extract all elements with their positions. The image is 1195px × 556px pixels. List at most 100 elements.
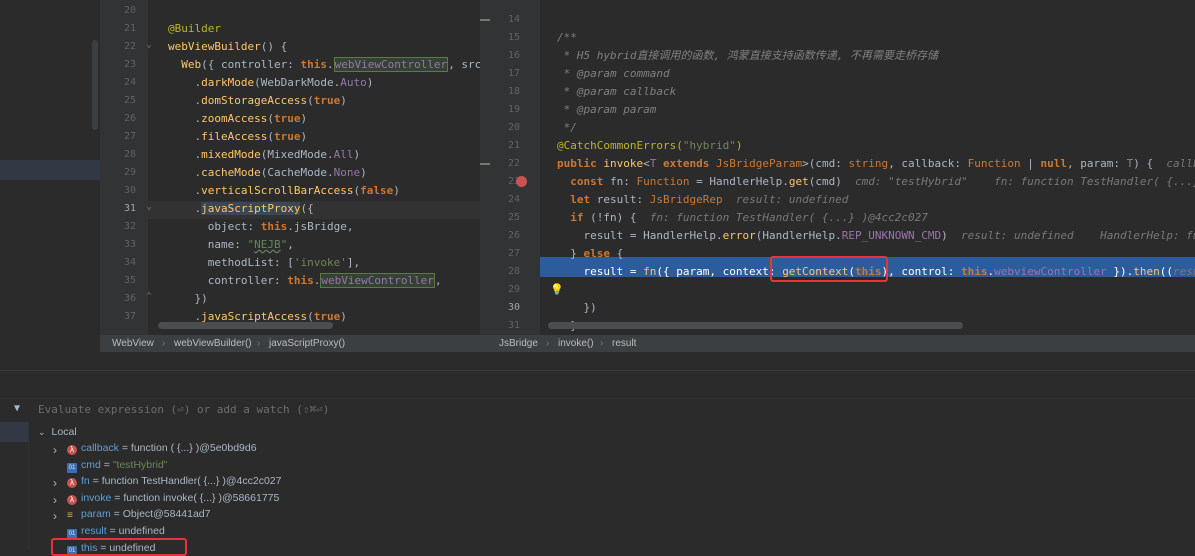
line-number: 26 bbox=[123, 113, 136, 124]
highlight-box-this bbox=[51, 538, 187, 556]
line-number: 30 bbox=[123, 185, 136, 196]
code-line[interactable]: .cacheMode(CacheMode.None) bbox=[168, 164, 366, 182]
chevron-right-icon[interactable]: › bbox=[53, 476, 57, 490]
line-number: 17 bbox=[507, 68, 520, 79]
evaluate-expression-input[interactable]: Evaluate expression (⏎) or add a watch (… bbox=[38, 403, 329, 416]
line-number: 24 bbox=[507, 194, 520, 205]
equals-sign: = bbox=[100, 458, 113, 471]
equals-sign: = bbox=[89, 475, 102, 488]
line-number: 27 bbox=[507, 248, 520, 259]
code-line[interactable]: .domStorageAccess(true) bbox=[168, 92, 346, 110]
code-line[interactable]: .mixedMode(MixedMode.All) bbox=[168, 146, 360, 164]
code-line[interactable]: object: this.jsBridge, bbox=[168, 218, 354, 236]
variable-name: callback bbox=[81, 442, 119, 454]
chevron-right-icon[interactable]: › bbox=[53, 509, 57, 523]
line-number: 30 bbox=[507, 302, 520, 313]
lightbulb-icon[interactable]: 💡 bbox=[550, 283, 564, 296]
chevron-down-icon[interactable]: ▼ bbox=[14, 403, 20, 414]
highlight-box-getcontext bbox=[770, 256, 888, 282]
code-line[interactable]: .zoomAccess(true) bbox=[168, 110, 307, 128]
breadcrumb-result[interactable]: result bbox=[612, 335, 636, 352]
code-line[interactable]: result = HandlerHelp.error(HandlerHelp.R… bbox=[557, 227, 1195, 245]
variable-row[interactable]: 01 result = undefined bbox=[67, 523, 165, 539]
chevron-right-icon[interactable]: › bbox=[53, 443, 57, 457]
function-icon: λ bbox=[67, 494, 77, 505]
code-line[interactable]: @Builder bbox=[168, 20, 221, 38]
variable-value: Object@58441ad7 bbox=[122, 508, 211, 521]
code-line[interactable]: webViewBuilder() { bbox=[168, 38, 287, 56]
fold-icon[interactable]: ⌃ bbox=[146, 291, 152, 302]
breadcrumb-webviewbuilder[interactable]: webViewBuilder() bbox=[174, 335, 252, 352]
breadcrumb-bar: WebView › webViewBuilder() › javaScriptP… bbox=[100, 335, 1195, 352]
code-line[interactable]: }) bbox=[557, 299, 596, 317]
variable-value: function invoke( {...} )@58661775 bbox=[123, 491, 280, 504]
variable-row[interactable]: ≡ param = Object@58441ad7 bbox=[67, 506, 210, 522]
code-line[interactable]: .fileAccess(true) bbox=[168, 128, 307, 146]
evaluate-expression-bar[interactable]: ▼ Evaluate expression (⏎) or add a watch… bbox=[0, 398, 1195, 424]
line-number: 35 bbox=[123, 275, 136, 286]
breadcrumb-separator: › bbox=[257, 338, 261, 349]
breadcrumb-invoke[interactable]: invoke() bbox=[558, 335, 594, 352]
selected-frame[interactable] bbox=[0, 422, 28, 442]
code-line[interactable]: if (!fn) { fn: function TestHandler( {..… bbox=[557, 209, 928, 227]
selected-tree-row[interactable] bbox=[0, 160, 100, 180]
scrollbar[interactable] bbox=[92, 40, 98, 130]
code-line[interactable]: * @param callback bbox=[557, 83, 677, 101]
editor-pane-webview[interactable]: 20 21 @Builder 22 webViewBuilder() {23 Web({… bbox=[100, 0, 480, 335]
code-line[interactable]: * H5 hybrid直接调用的函数, 鸿蒙直接支持函数传递, 不再需要走桥存储 bbox=[557, 47, 938, 65]
breadcrumb-jsbridge[interactable]: JsBridge bbox=[499, 335, 538, 352]
variable-name: param bbox=[81, 508, 111, 521]
breadcrumb-webview[interactable]: WebView bbox=[112, 335, 154, 352]
chevron-right-icon[interactable]: › bbox=[53, 493, 57, 507]
breakpoint-icon[interactable] bbox=[516, 176, 527, 187]
variable-name: cmd bbox=[81, 458, 101, 471]
variable-row[interactable]: λ fn = function TestHandler( {...} )@4cc2… bbox=[67, 473, 281, 489]
line-number: 22 bbox=[507, 158, 520, 169]
code-line[interactable]: */ bbox=[557, 119, 577, 137]
scope-local[interactable]: ⌄ Local bbox=[38, 424, 77, 440]
equals-sign: = bbox=[106, 525, 119, 537]
code-line[interactable]: .darkMode(WebDarkMode.Auto) bbox=[168, 74, 373, 92]
line-number: 31 bbox=[507, 320, 520, 331]
variable-row[interactable]: λ invoke = function invoke( {...} )@58661… bbox=[67, 490, 279, 506]
breadcrumb-separator: › bbox=[546, 338, 550, 349]
code-line[interactable]: @CatchCommonErrors("hybrid") bbox=[557, 137, 742, 155]
variable-row[interactable]: 01 cmd = "testHybrid" bbox=[67, 457, 168, 473]
variable-value: "testHybrid" bbox=[112, 458, 168, 471]
variable-value: function ( {...} )@5e0bd9d6 bbox=[130, 442, 257, 454]
line-number: 28 bbox=[123, 149, 136, 160]
variable-row[interactable]: λ callback = function ( {...} )@5e0bd9d6 bbox=[67, 440, 257, 456]
code-line[interactable]: /** bbox=[557, 29, 577, 47]
horizontal-scrollbar[interactable] bbox=[548, 322, 963, 329]
code-line[interactable]: .javaScriptProxy({ bbox=[168, 200, 314, 218]
line-number: 21 bbox=[507, 140, 520, 151]
line-number: 25 bbox=[507, 212, 520, 223]
line-number: 21 bbox=[123, 23, 136, 34]
code-line[interactable]: * @param command bbox=[557, 65, 670, 83]
editor-pane-jsbridge[interactable]: /** * H5 hybrid直接调用的函数, 鸿蒙直接支持函数传递, 不再需要… bbox=[540, 0, 1195, 335]
code-line[interactable]: name: "NEJB", bbox=[168, 236, 294, 254]
line-number: 20 bbox=[507, 122, 520, 133]
code-line[interactable]: controller: this.webViewController, bbox=[168, 272, 442, 290]
code-line[interactable]: } else { bbox=[557, 245, 623, 263]
code-line[interactable]: public invoke<T extends JsBridgeParam>(c… bbox=[557, 155, 1195, 173]
line-number: 23 bbox=[123, 59, 136, 70]
function-icon: λ bbox=[67, 478, 77, 489]
horizontal-scrollbar[interactable] bbox=[158, 322, 333, 329]
code-line[interactable]: Web({ controller: this.webViewController… bbox=[168, 56, 480, 74]
breadcrumb-javascriptproxy[interactable]: javaScriptProxy() bbox=[269, 335, 345, 352]
fold-icon[interactable]: ⌄ bbox=[146, 39, 152, 50]
code-line[interactable]: const fn: Function = HandlerHelp.get(cmd… bbox=[557, 173, 1195, 191]
chevron-down-icon[interactable]: ⌄ bbox=[38, 427, 46, 437]
line-number: 26 bbox=[507, 230, 520, 241]
line-number: 20 bbox=[123, 5, 136, 16]
line-number: 19 bbox=[507, 104, 520, 115]
code-line[interactable]: * @param param bbox=[557, 101, 657, 119]
line-number: 37 bbox=[123, 311, 136, 322]
code-line[interactable]: }) bbox=[168, 290, 207, 308]
code-line[interactable]: methodList: ['invoke'], bbox=[168, 254, 360, 272]
code-line[interactable]: let result: JsBridgeRep result: undefine… bbox=[557, 191, 848, 209]
line-number: 24 bbox=[123, 77, 136, 88]
code-line[interactable]: .verticalScrollBarAccess(false) bbox=[168, 182, 399, 200]
fold-icon[interactable]: ⌄ bbox=[146, 201, 152, 212]
